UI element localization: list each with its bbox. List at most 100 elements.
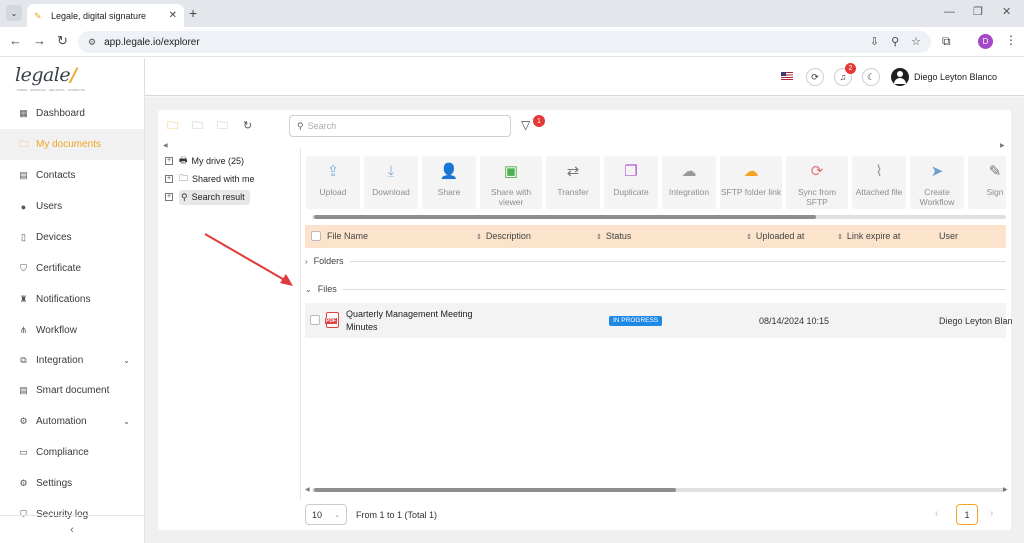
file-name[interactable]: Quarterly Management Meeting Minutes [346, 308, 486, 334]
us-flag-language-icon[interactable] [781, 72, 793, 80]
user-avatar[interactable] [891, 68, 909, 86]
create-workflow-button[interactable]: ➤ Create Workflow [910, 156, 964, 209]
legale-favicon-icon: ✎ [34, 10, 42, 21]
bookmark-star-icon[interactable]: ☆ [911, 35, 921, 48]
sidebar-item-compliance[interactable]: ▭ Compliance [0, 437, 144, 468]
minimize-button[interactable]: — [944, 6, 955, 18]
scroll-left-arrow[interactable]: ◀ [305, 486, 310, 493]
column-link-expire-at[interactable]: ⇕ Link expire at [837, 231, 900, 241]
tab-close-icon[interactable]: ✕ [169, 10, 177, 21]
sync-from-sftp-button[interactable]: ⟳ Sync from SFTP [786, 156, 848, 209]
sidebar-item-workflow[interactable]: ⋔ Workflow [0, 315, 144, 346]
duplicate-button[interactable]: ❐ Duplicate [604, 156, 658, 209]
sidebar-item-settings[interactable]: ⚙ Settings [0, 468, 144, 499]
install-icon[interactable]: ⇩ [870, 35, 879, 48]
search-input[interactable] [307, 121, 488, 131]
folder-settings-icon[interactable]: 🗀 [217, 120, 231, 132]
column-uploaded-at[interactable]: ⇕ Uploaded at [746, 231, 804, 241]
sidebar-item-label: Compliance [36, 447, 89, 458]
sidebar-item-integration[interactable]: ⧉ Integration ⌄ [0, 346, 144, 375]
previous-page-button[interactable]: ‹ [935, 508, 938, 519]
expand-icon[interactable]: + [165, 175, 173, 183]
group-label: Folders [313, 256, 344, 266]
restore-button[interactable]: ❐ [973, 6, 983, 18]
column-file-name[interactable]: File Name [327, 231, 368, 241]
scroll-right-arrow[interactable]: ▶ [1003, 486, 1008, 493]
zoom-icon[interactable]: ⚲ [891, 35, 899, 48]
support-icon[interactable]: ⟳ [806, 68, 824, 86]
table-scroll-thumb[interactable] [314, 488, 676, 492]
download-button[interactable]: ⤓ Download [364, 156, 418, 209]
sidebar-item-smart-document[interactable]: ▤ Smart document [0, 375, 144, 406]
sidebar-item-certificate[interactable]: ⛉ Certificate [0, 253, 144, 284]
refresh-icon[interactable]: ↻ [243, 120, 257, 132]
tree-item-search-result[interactable]: + ⚲ Search result [165, 188, 300, 206]
group-folders[interactable]: › Folders [305, 256, 1006, 266]
profile-avatar[interactable]: D [978, 34, 993, 49]
page-size-select[interactable]: 10 ⌄ [305, 504, 347, 525]
pane-divider[interactable] [300, 148, 301, 500]
notifications-button[interactable]: ♫ 2 [834, 63, 856, 86]
share-with-viewer-button[interactable]: ▣ Share with viewer [480, 156, 542, 209]
sidebar-item-devices[interactable]: ▯ Devices [0, 222, 144, 253]
expand-icon[interactable]: + [165, 157, 173, 165]
sftp-folder-link-button[interactable]: ☁ SFTP folder link [720, 156, 782, 209]
sidebar-item-label: My documents [36, 139, 102, 150]
current-page-button[interactable]: 1 [956, 504, 978, 525]
sign-button[interactable]: ✎ Sign [968, 156, 1006, 209]
sidebar-item-my-documents[interactable]: 🗀 My documents [0, 129, 144, 160]
tree-item-label: Shared with me [192, 174, 255, 184]
column-description[interactable]: ⇕ Description [476, 231, 531, 241]
close-window-button[interactable]: ✕ [1002, 6, 1011, 18]
reload-icon[interactable]: ↻ [57, 34, 68, 48]
action-label: Sign [986, 187, 1004, 197]
sidebar-item-automation[interactable]: ⚙ Automation ⌄ [0, 406, 144, 437]
back-icon[interactable]: ← [9, 34, 22, 48]
user-name[interactable]: Diego Leyton Blanco [914, 72, 997, 82]
toolbar-scroll-thumb[interactable] [314, 215, 816, 219]
row-checkbox[interactable] [310, 315, 320, 325]
integration-button[interactable]: ☁ Integration [662, 156, 716, 209]
move-folder-icon[interactable]: 🗀 [192, 120, 206, 132]
tree-item-my-drive[interactable]: + 🖶 My drive (25) [165, 152, 300, 170]
sidebar-item-users[interactable]: ● Users [0, 191, 144, 222]
chevron-down-icon[interactable]: ⌄ [123, 417, 130, 426]
browser-tab[interactable]: ✎ Legale, digital signature ✕ [27, 4, 184, 27]
new-tab-button[interactable]: + [189, 6, 197, 20]
logo-subtitle: FIRMA · APPROVA · ARCHIVIA · CONDIVIDI [17, 88, 86, 92]
expand-icon[interactable]: + [165, 193, 173, 201]
action-label: Share with viewer [490, 187, 532, 207]
sidebar-item-dashboard[interactable]: ▦ Dashboard [0, 98, 144, 129]
chevron-down-icon[interactable]: ⌄ [123, 356, 130, 365]
group-files[interactable]: ⌄ Files [305, 284, 1006, 294]
next-page-button[interactable]: › [990, 508, 993, 519]
attached-file-button[interactable]: ⌇ Attached file [852, 156, 906, 209]
new-folder-icon[interactable]: 🗀 [167, 120, 181, 132]
dark-mode-icon[interactable]: ☾ [862, 68, 880, 86]
search-box[interactable]: ⚲ [289, 115, 511, 137]
sidebar-item-contacts[interactable]: ▤ Contacts [0, 160, 144, 191]
sidebar-item-notifications[interactable]: ♜ Notifications [0, 284, 144, 315]
collapse-sidebar-button[interactable]: ‹ [0, 515, 144, 543]
sort-icon: ⇕ [596, 234, 602, 241]
extensions-icon[interactable]: ⧉ [942, 34, 951, 49]
scroll-left-arrow[interactable]: ◀ [163, 142, 168, 149]
browser-menu-icon[interactable]: ⋮ [1005, 33, 1017, 47]
site-info-icon[interactable]: ⚙ [88, 37, 96, 48]
legale-logo[interactable]: legale/ FIRMA · APPROVA · ARCHIVIA · CON… [15, 64, 85, 94]
forward-icon[interactable]: → [33, 34, 46, 48]
upload-button[interactable]: ⇪ Upload [306, 156, 360, 209]
select-all-checkbox[interactable] [311, 231, 321, 241]
transfer-button[interactable]: ⇄ Transfer [546, 156, 600, 209]
column-status[interactable]: ⇕ Status [596, 231, 631, 241]
sidebar: legale/ FIRMA · APPROVA · ARCHIVIA · CON… [0, 58, 145, 543]
address-bar[interactable]: ⚙ app.legale.io/explorer ⇩ ⚲ ☆ [78, 31, 931, 53]
contacts-icon: ▤ [19, 170, 28, 180]
filter-icon[interactable]: ▽ [521, 119, 530, 131]
table-row[interactable]: PDF Quarterly Management Meeting Minutes… [305, 303, 1013, 338]
tab-search-button[interactable]: ⌄ [6, 5, 22, 21]
tree-item-shared-with-me[interactable]: + 🗀 Shared with me [165, 170, 300, 188]
column-user[interactable]: User [939, 231, 958, 241]
share-button[interactable]: 👤 Share [422, 156, 476, 209]
scroll-right-arrow[interactable]: ▶ [1000, 142, 1005, 149]
